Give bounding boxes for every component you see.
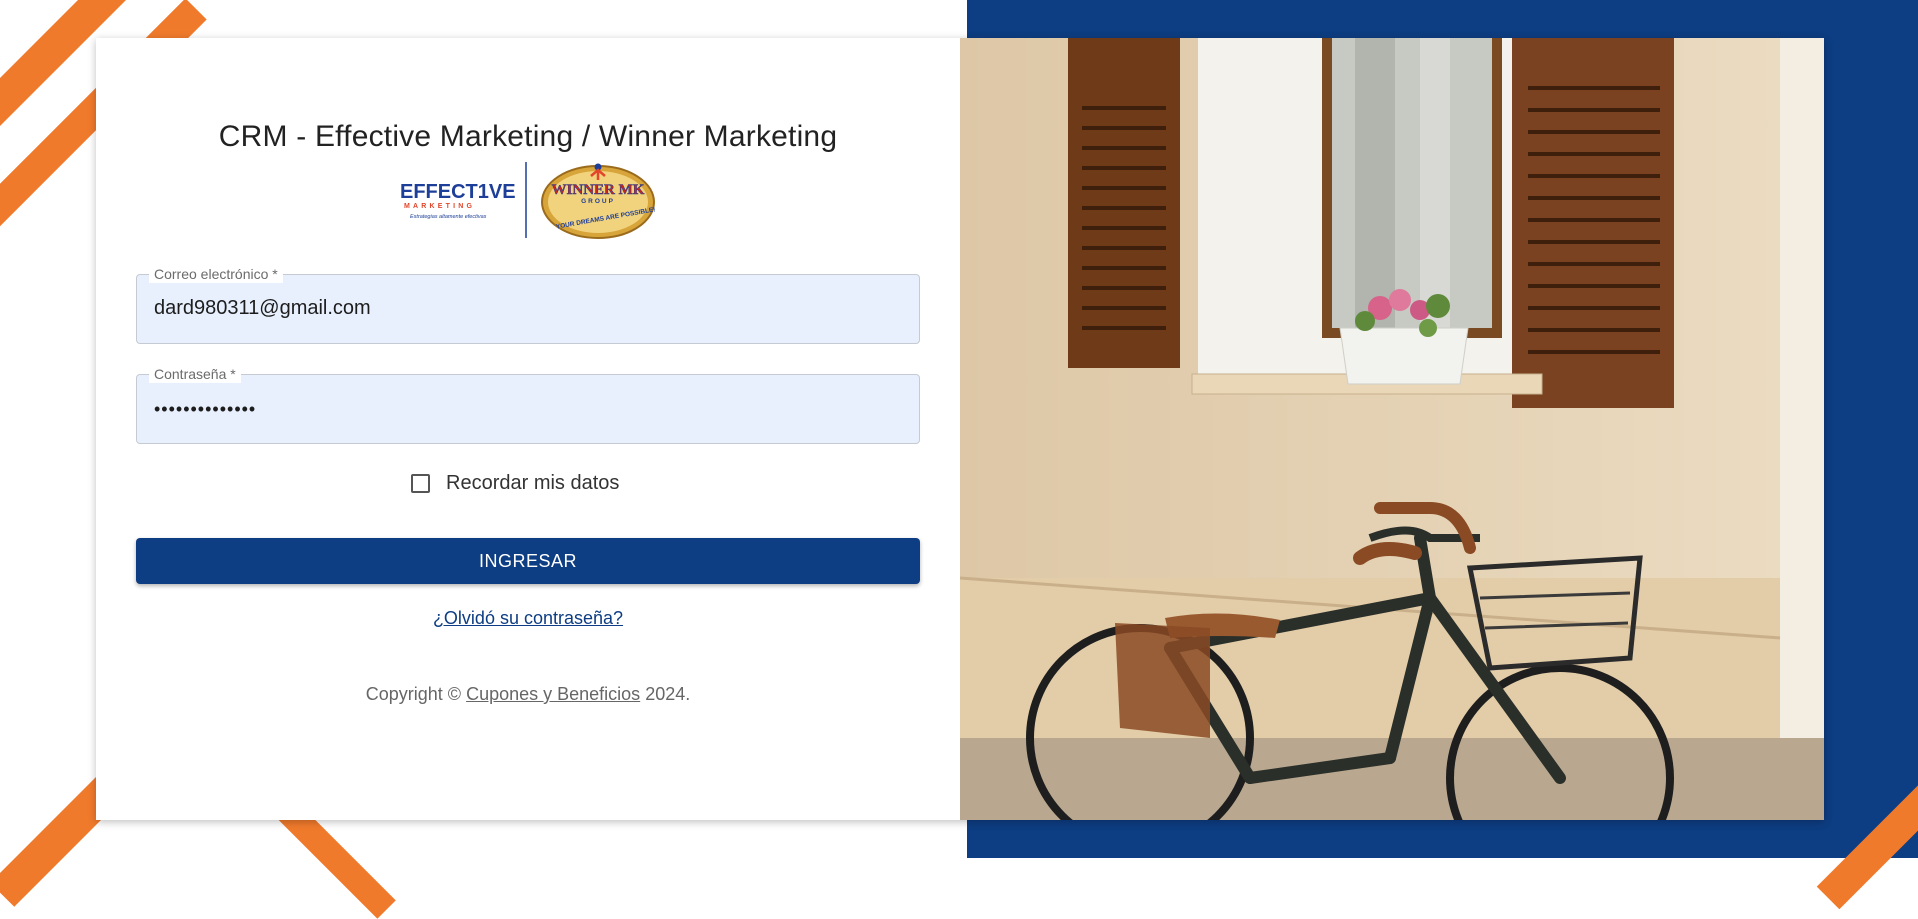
- email-input[interactable]: [154, 297, 894, 320]
- logo-left-tagline: Estrategias altamente efectivas: [410, 214, 487, 220]
- copyright-suffix: 2024.: [640, 684, 691, 704]
- password-label: Contraseña *: [149, 365, 241, 383]
- winner-mk-group-logo: WINNER MK GROUP YOUR DREAMS ARE POSSIBLE…: [541, 163, 656, 239]
- email-field[interactable]: Correo electrónico *: [136, 265, 920, 344]
- remember-me-option[interactable]: Recordar mis datos: [411, 470, 619, 496]
- login-card: CRM - Effective Marketing / Winner Marke…: [96, 38, 1824, 820]
- brand-logos: EFFECT1VE MARKETING Estrategias altament…: [400, 162, 656, 239]
- logo-right-text: WINNER MK: [552, 182, 645, 198]
- copyright-link[interactable]: Cupones y Beneficios: [466, 684, 640, 704]
- page-title: CRM - Effective Marketing / Winner Marke…: [218, 120, 838, 153]
- password-field[interactable]: Contraseña *: [136, 365, 920, 444]
- copyright-footer: Copyright © Cupones y Beneficios 2024.: [96, 684, 960, 705]
- remember-label[interactable]: Recordar mis datos: [446, 472, 619, 495]
- bicycle-window-photo: [960, 38, 1824, 820]
- email-label: Correo electrónico *: [149, 265, 283, 283]
- login-button[interactable]: INGRESAR: [136, 538, 920, 584]
- forgot-password-link[interactable]: ¿Olvidó su contraseña?: [96, 608, 960, 629]
- password-input[interactable]: [154, 399, 894, 420]
- logo-left-subtext: MARKETING: [404, 203, 475, 210]
- side-photo: [960, 38, 1824, 820]
- copyright-prefix: Copyright ©: [365, 684, 467, 704]
- remember-checkbox[interactable]: [411, 473, 430, 493]
- logo-right-subtext: GROUP: [581, 198, 615, 205]
- login-form-panel: CRM - Effective Marketing / Winner Marke…: [96, 38, 960, 820]
- effective-marketing-logo: EFFECT1VE MARKETING Estrategias altament…: [400, 181, 516, 220]
- logo-left-text: EFFECT1VE: [400, 181, 516, 203]
